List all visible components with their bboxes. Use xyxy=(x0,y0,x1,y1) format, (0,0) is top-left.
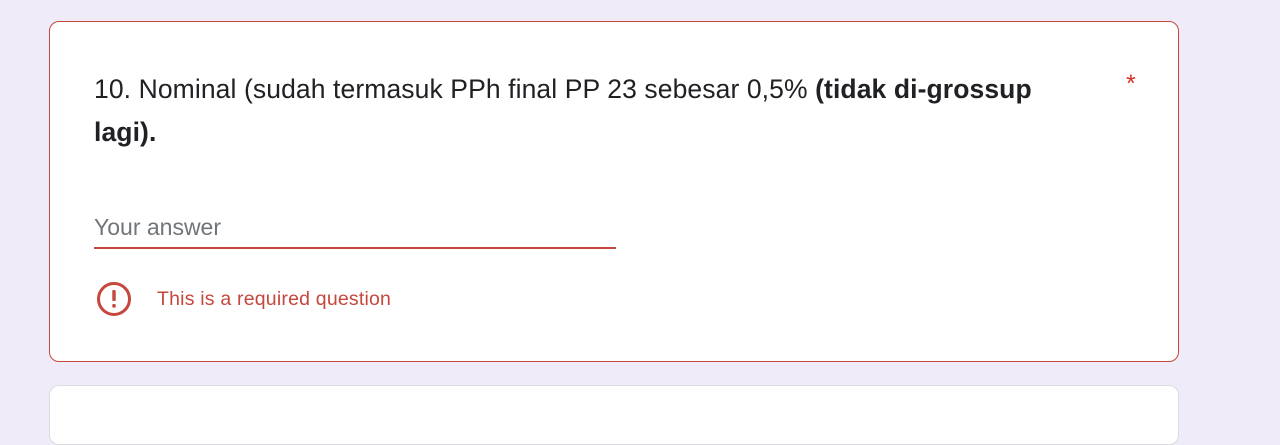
error-icon xyxy=(96,281,132,317)
answer-input[interactable] xyxy=(94,207,616,249)
error-message: This is a required question xyxy=(157,287,392,310)
question-title: 10. Nominal (sudah termasuk PPh final PP… xyxy=(94,68,1084,154)
required-asterisk: * xyxy=(1126,70,1136,98)
validation-error: This is a required question xyxy=(96,281,391,317)
next-question-card xyxy=(49,385,1179,445)
question-card: 10. Nominal (sudah termasuk PPh final PP… xyxy=(49,21,1179,362)
question-text: 10. Nominal (sudah termasuk PPh final PP… xyxy=(94,74,816,104)
